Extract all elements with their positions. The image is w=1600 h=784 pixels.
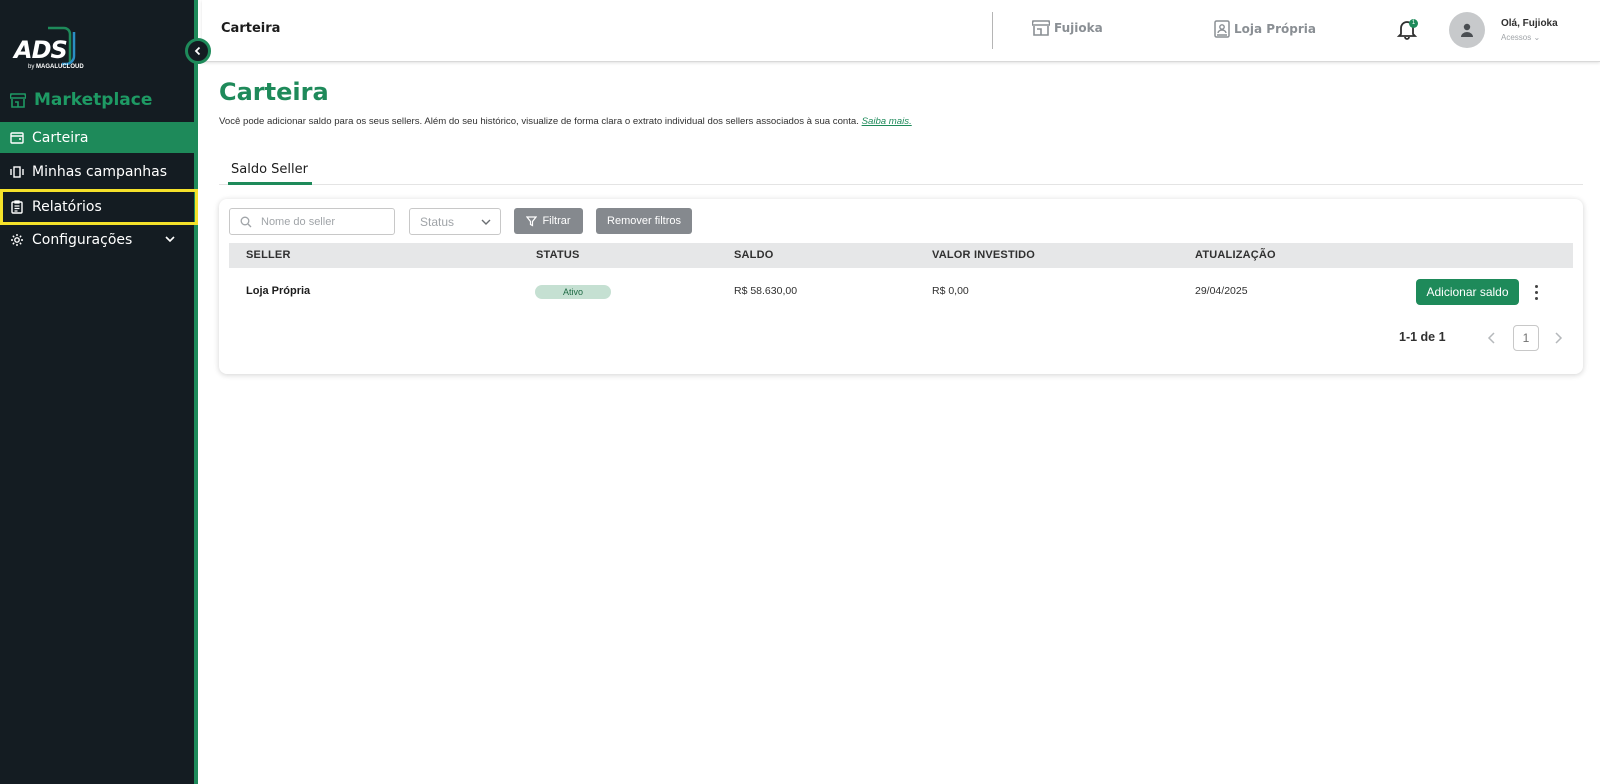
- topbar: Carteira Fujioka Loja Própria 1 Olá, Fuj…: [202, 0, 1600, 62]
- marketplace-section-title: Marketplace: [10, 90, 152, 110]
- logo-subtitle: by MAGALUCLOUD: [28, 64, 84, 70]
- search-icon: [240, 216, 252, 227]
- add-balance-button[interactable]: Adicionar saldo: [1416, 279, 1519, 305]
- table-row: Loja Própria Ativo R$ 58.630,00 R$ 0,00 …: [229, 268, 1573, 315]
- sidebar: ADS by MAGALUCLOUD Marketplace Carteira …: [0, 0, 198, 784]
- sidebar-item-label: Configurações: [32, 231, 133, 248]
- filter-button[interactable]: Filtrar: [514, 208, 583, 234]
- cell-valor-investido: R$ 0,00: [932, 285, 969, 297]
- pagination-prev-icon[interactable]: [1485, 330, 1499, 346]
- store-switch-fujioka[interactable]: Fujioka: [1032, 20, 1103, 36]
- sidebar-item-configuracoes[interactable]: Configurações: [0, 224, 198, 255]
- column-header-seller: SELLER: [246, 249, 291, 261]
- filter-button-label: Filtrar: [542, 215, 571, 227]
- pagination-summary: 1-1 de 1: [1399, 330, 1446, 344]
- sidebar-item-minhas-campanhas[interactable]: Minhas campanhas: [0, 156, 198, 187]
- user-greeting: Olá, Fujioka: [1501, 18, 1558, 29]
- learn-more-link[interactable]: Saiba mais.: [862, 116, 912, 127]
- section-title-label: Marketplace: [34, 90, 153, 110]
- pagination-next-icon[interactable]: [1551, 330, 1565, 346]
- sidebar-item-relatorios[interactable]: Relatórios: [0, 189, 198, 225]
- column-header-valor-investido: VALOR INVESTIDO: [932, 249, 1036, 261]
- cell-atualizacao: 29/04/2025: [1195, 285, 1248, 297]
- column-header-saldo: SALDO: [734, 249, 774, 261]
- collapse-sidebar-button[interactable]: [185, 38, 211, 64]
- pagination-page-button[interactable]: 1: [1513, 325, 1539, 351]
- store-switch-loja-propria[interactable]: Loja Própria: [1214, 20, 1316, 38]
- page-description-text: Você pode adicionar saldo para os seus s…: [219, 116, 859, 127]
- column-header-status: STATUS: [536, 249, 580, 261]
- chevron-down-icon: [165, 236, 175, 243]
- logo-brand: MAGALUCLOUD: [36, 64, 84, 70]
- user-access-menu[interactable]: Acessos ⌄: [1501, 33, 1540, 42]
- campaigns-icon: [10, 165, 24, 178]
- search-input[interactable]: [261, 215, 381, 228]
- store-icon: [10, 93, 26, 108]
- store-label: Loja Própria: [1234, 22, 1316, 36]
- user-icon: [1461, 23, 1473, 37]
- wallet-icon: [10, 131, 24, 144]
- active-tab-indicator: [228, 182, 312, 185]
- sidebar-item-carteira[interactable]: Carteira: [0, 122, 198, 153]
- remove-filters-button[interactable]: Remover filtros: [596, 208, 692, 234]
- topbar-title: Carteira: [221, 21, 281, 36]
- report-icon: [11, 200, 23, 214]
- search-field[interactable]: [229, 208, 395, 235]
- page-description: Você pode adicionar saldo para os seus s…: [219, 116, 912, 127]
- sidebar-item-label: Carteira: [32, 129, 89, 146]
- table-header: SELLER STATUS SALDO VALOR INVESTIDO ATUA…: [229, 243, 1573, 268]
- user-access-label: Acessos: [1501, 33, 1532, 42]
- sidebar-item-label: Minhas campanhas: [32, 163, 168, 180]
- sidebar-item-label: Relatórios: [32, 199, 102, 215]
- store-label: Fujioka: [1054, 21, 1103, 35]
- column-header-atualizacao: ATUALIZAÇÃO: [1195, 249, 1276, 261]
- cell-seller: Loja Própria: [246, 285, 311, 297]
- row-more-options-icon[interactable]: [1529, 281, 1543, 303]
- status-select-placeholder: Status: [420, 214, 455, 229]
- cell-saldo: R$ 58.630,00: [734, 285, 798, 297]
- topbar-divider: [992, 12, 993, 49]
- logo-text: ADS: [14, 36, 68, 64]
- id-badge-icon: [1214, 20, 1230, 38]
- chevron-left-icon: [194, 46, 201, 56]
- status-select[interactable]: Status: [409, 208, 501, 235]
- filter-icon: [526, 215, 538, 226]
- tab-saldo-seller[interactable]: Saldo Seller: [229, 162, 310, 182]
- gear-icon: [11, 233, 23, 246]
- ads-logo[interactable]: ADS by MAGALUCLOUD: [14, 24, 94, 74]
- chevron-down-icon: [481, 219, 491, 225]
- avatar[interactable]: [1449, 12, 1485, 48]
- seller-balance-card: Status Filtrar Remover filtros SELLER ST…: [219, 199, 1583, 374]
- notification-count-badge: 1: [1409, 19, 1418, 28]
- store-icon: [1032, 20, 1050, 36]
- status-badge: Ativo: [535, 285, 611, 299]
- chevron-down-icon: ⌄: [1533, 33, 1541, 42]
- notifications-button[interactable]: 1: [1396, 18, 1420, 42]
- logo-by: by: [28, 64, 35, 70]
- tab-bar: Saldo Seller: [219, 158, 1583, 185]
- page-title: Carteira: [219, 78, 329, 106]
